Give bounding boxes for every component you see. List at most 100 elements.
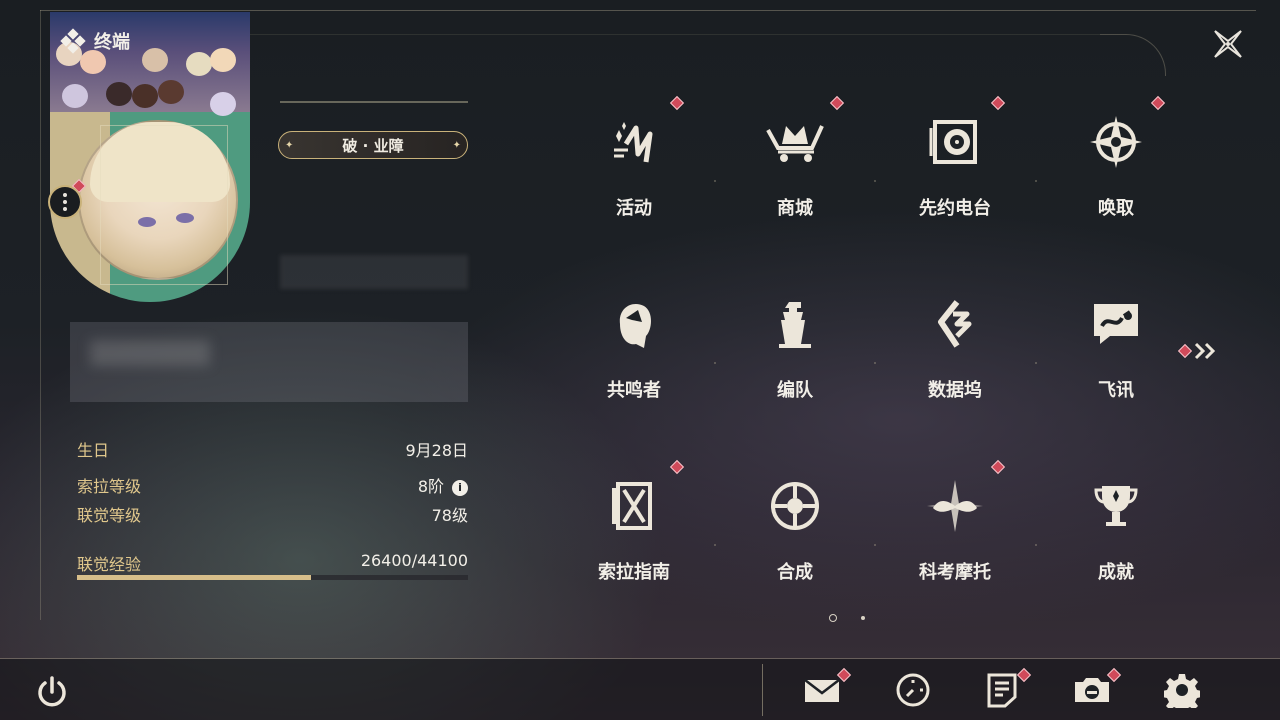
- tile-label: 科考摩托: [919, 562, 991, 583]
- events-icon: [602, 110, 666, 174]
- chibi-figure: [132, 84, 158, 108]
- frame-left-line: [40, 10, 41, 620]
- chibi-figure: [106, 82, 132, 106]
- chibi-figure: [210, 48, 236, 72]
- shop-crown-cart-icon: [763, 110, 827, 174]
- frame-inner-line: [250, 34, 1100, 35]
- tile-data-bank[interactable]: 数据坞: [875, 276, 1035, 456]
- grid-decoration: [874, 180, 876, 182]
- grid-decoration: [1035, 544, 1037, 546]
- sparkle-icon: ✦: [285, 139, 294, 151]
- next-page-button[interactable]: [1177, 338, 1224, 364]
- notes-button[interactable]: [982, 670, 1022, 710]
- trophy-icon: [1084, 474, 1148, 538]
- tile-shop[interactable]: 商城: [715, 94, 875, 274]
- frame-corner-curve: [1100, 34, 1166, 76]
- union-exp-label: 联觉经验: [77, 555, 142, 574]
- tile-label: 索拉指南: [598, 562, 670, 583]
- camera-button[interactable]: [1072, 670, 1112, 710]
- grid-decoration: [714, 544, 716, 546]
- tile-label: 数据坞: [928, 380, 982, 401]
- sola-level-value: 8阶: [417, 477, 444, 496]
- double-chevron-right-icon: [1194, 342, 1216, 360]
- data-bank-icon: [923, 292, 987, 356]
- guidebook-icon: [602, 474, 666, 538]
- blurred-id-field: [280, 255, 468, 289]
- tile-label: 成就: [1098, 562, 1134, 583]
- motorcycle-icon: [923, 474, 987, 538]
- grid-decoration: [874, 544, 876, 546]
- tile-messages[interactable]: 飞讯: [1036, 276, 1196, 456]
- sola-level-label: 索拉等级: [77, 477, 142, 496]
- sparkle-icon: ✦: [452, 139, 461, 151]
- tile-events[interactable]: 活动: [554, 94, 714, 274]
- settings-button[interactable]: [1162, 670, 1202, 710]
- tile-label: 编队: [777, 380, 813, 401]
- radio-disc-icon: [923, 110, 987, 174]
- chibi-figure: [142, 48, 168, 72]
- tile-label: 先约电台: [919, 198, 991, 219]
- tile-resonators[interactable]: 共鸣者: [554, 276, 714, 456]
- title-badge[interactable]: ✦ 破 · 业障 ✦: [278, 131, 468, 159]
- tile-label: 共鸣者: [607, 380, 661, 401]
- convene-compass-icon: [1084, 110, 1148, 174]
- notification-badge: [1177, 343, 1193, 359]
- tile-label: 活动: [616, 198, 652, 219]
- birthday-value: 9月28日: [405, 441, 468, 460]
- tile-label: 商城: [777, 198, 813, 219]
- avatar-card-banner: [50, 12, 250, 116]
- notes-icon: [987, 673, 1017, 708]
- chibi-figure: [186, 52, 212, 76]
- power-icon: [38, 676, 66, 707]
- birthday-label: 生日: [77, 441, 110, 460]
- chibi-figure: [210, 92, 236, 116]
- settings-gear-icon: [1164, 674, 1200, 708]
- mail-button[interactable]: [802, 670, 842, 710]
- terminal-title: 终端: [94, 32, 130, 53]
- synthesis-ring-icon: [763, 474, 827, 538]
- union-exp-value: 26400/44100: [360, 551, 468, 570]
- union-exp-bar: [77, 575, 468, 580]
- tile-team[interactable]: 编队: [715, 276, 875, 456]
- terminal-header: 终端: [60, 28, 130, 54]
- power-button[interactable]: [32, 672, 72, 712]
- page-indicator[interactable]: [861, 616, 865, 620]
- bottom-bar-divider: [762, 664, 763, 716]
- tile-label: 唤取: [1098, 198, 1134, 219]
- team-chess-icon: [763, 292, 827, 356]
- chibi-figure: [158, 80, 184, 104]
- avatar-frame: [100, 125, 228, 285]
- title-badge-text: 破 · 业障: [342, 136, 404, 155]
- chibi-figure: [62, 84, 88, 108]
- clock-icon: [896, 673, 930, 707]
- name-underline: [280, 101, 468, 103]
- bottom-bar-line: [0, 658, 1280, 659]
- mail-icon: [804, 679, 840, 702]
- tile-convene[interactable]: 唤取: [1036, 94, 1196, 274]
- profile-menu-button[interactable]: [48, 185, 82, 219]
- tile-radio[interactable]: 先约电台: [875, 94, 1035, 274]
- terminal-diamond-icon: [60, 28, 86, 54]
- tile-motorcycle[interactable]: 科考摩托: [875, 458, 1035, 638]
- close-icon: [1214, 30, 1242, 58]
- tile-guidebook[interactable]: 索拉指南: [554, 458, 714, 638]
- grid-decoration: [874, 362, 876, 364]
- close-button[interactable]: [1208, 24, 1248, 64]
- blurred-signature-box: [70, 322, 468, 402]
- info-icon[interactable]: i: [452, 479, 468, 496]
- tile-synthesis[interactable]: 合成: [715, 458, 875, 638]
- union-exp-fill: [77, 575, 312, 580]
- union-level-label: 联觉等级: [77, 506, 142, 525]
- union-level-value: 78级: [431, 506, 468, 525]
- grid-decoration: [1035, 180, 1037, 182]
- tile-achievements[interactable]: 成就: [1036, 458, 1196, 638]
- tile-label: 合成: [777, 562, 813, 583]
- frame-top-line: [40, 10, 1256, 11]
- sola-level-value-row: 8阶 i: [418, 473, 468, 497]
- page-indicator-active[interactable]: [829, 614, 837, 622]
- tile-label: 飞讯: [1098, 380, 1134, 401]
- resonator-head-icon: [602, 292, 666, 356]
- clock-button[interactable]: [893, 670, 933, 710]
- grid-decoration: [714, 180, 716, 182]
- camera-icon: [1075, 678, 1109, 702]
